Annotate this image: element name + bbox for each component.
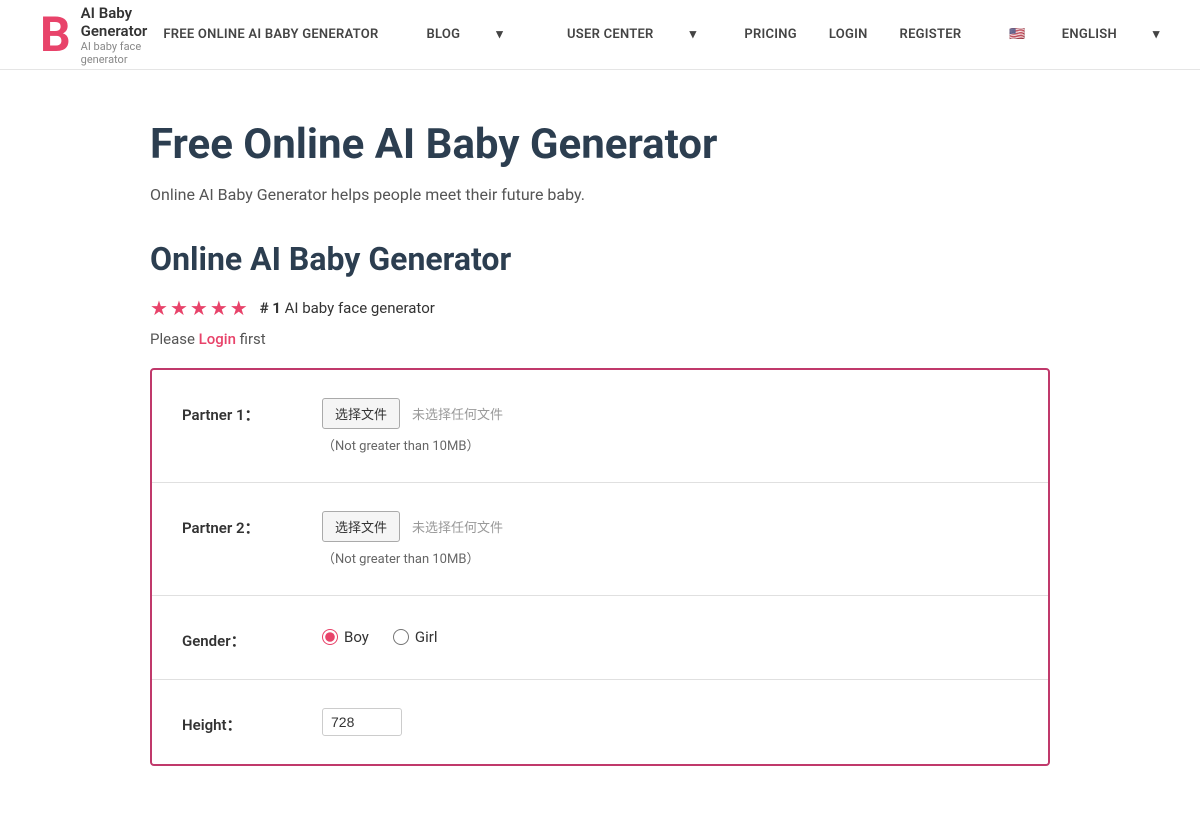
main-content: Free Online AI Baby Generator Online AI … [110,70,1090,826]
nav-language[interactable]: 🇺🇸 ENGLISH ▾ [977,27,1191,42]
generator-form: Partner 1： 选择文件 未选择任何文件 （Not greater tha… [150,368,1050,766]
partner1-row: Partner 1： 选择文件 未选择任何文件 （Not greater tha… [152,370,1048,483]
partner2-hint: （Not greater than 10MB） [322,548,1018,567]
partner1-field: 选择文件 未选择任何文件 （Not greater than 10MB） [322,398,1018,454]
rank-badge: # 1 AI baby face generator [260,299,435,317]
star-1: ★ [150,296,168,320]
star-4: ★ [210,296,228,320]
navbar: B AI Baby Generator AI baby face generat… [0,0,1200,70]
partner1-label: Partner 1： [182,398,322,425]
page-title: Free Online AI Baby Generator [150,120,1050,169]
login-link[interactable]: Login [199,330,236,348]
gender-girl-label: Girl [415,628,438,646]
stars-row: ★ ★ ★ ★ ★ # 1 AI baby face generator [150,296,1050,320]
gender-label: Gender： [182,624,322,651]
gender-row: Gender： Boy Girl [152,596,1048,680]
star-rating: ★ ★ ★ ★ ★ [150,296,248,320]
nav-links: FREE ONLINE AI BABY GENERATOR BLOG ▾ USE… [147,27,1191,42]
nav-free-online[interactable]: FREE ONLINE AI BABY GENERATOR [147,27,394,42]
chevron-down-icon: ▾ [480,27,519,42]
partner1-file-input-row: 选择文件 未选择任何文件 [322,398,1018,429]
gender-boy-label: Boy [344,628,369,646]
partner2-row: Partner 2： 选择文件 未选择任何文件 （Not greater tha… [152,483,1048,596]
gender-boy-radio[interactable] [322,629,338,645]
nav-user-center[interactable]: USER CENTER ▾ [535,27,728,42]
height-input[interactable] [322,708,402,736]
brand-logo[interactable]: B AI Baby Generator AI baby face generat… [40,4,147,66]
chevron-down-icon: ▾ [674,27,713,42]
nav-blog[interactable]: BLOG ▾ [394,27,535,42]
partner1-no-file: 未选择任何文件 [412,404,503,423]
brand-subtitle: AI baby face generator [81,40,148,66]
nav-pricing[interactable]: PRICING [728,27,812,42]
gender-boy-option[interactable]: Boy [322,628,369,646]
gender-girl-radio[interactable] [393,629,409,645]
brand-title: AI Baby Generator [81,4,148,40]
height-label: Height： [182,708,322,735]
height-field [322,708,1018,736]
partner2-label: Partner 2： [182,511,322,538]
partner2-field: 选择文件 未选择任何文件 （Not greater than 10MB） [322,511,1018,567]
gender-girl-option[interactable]: Girl [393,628,438,646]
nav-login[interactable]: LOGIN [813,27,884,42]
chevron-down-icon: ▾ [1137,27,1176,42]
partner2-file-input-row: 选择文件 未选择任何文件 [322,511,1018,542]
height-row: Height： [152,680,1048,764]
brand-letter: B [40,11,71,59]
gender-field: Boy Girl [322,624,1018,646]
partner1-file-button[interactable]: 选择文件 [322,398,400,429]
partner2-file-button[interactable]: 选择文件 [322,511,400,542]
nav-register[interactable]: REGISTER [884,27,978,42]
star-3: ★ [190,296,208,320]
partner1-hint: （Not greater than 10MB） [322,435,1018,454]
star-2: ★ [170,296,188,320]
gender-radio-group: Boy Girl [322,624,1018,646]
star-5: ★ [230,296,248,320]
page-subtitle: Online AI Baby Generator helps people me… [150,185,1050,204]
partner2-no-file: 未选择任何文件 [412,517,503,536]
flag-icon: 🇺🇸 [993,27,1041,42]
login-prompt: Please Login first [150,330,1050,348]
section-title: Online AI Baby Generator [150,240,1050,278]
